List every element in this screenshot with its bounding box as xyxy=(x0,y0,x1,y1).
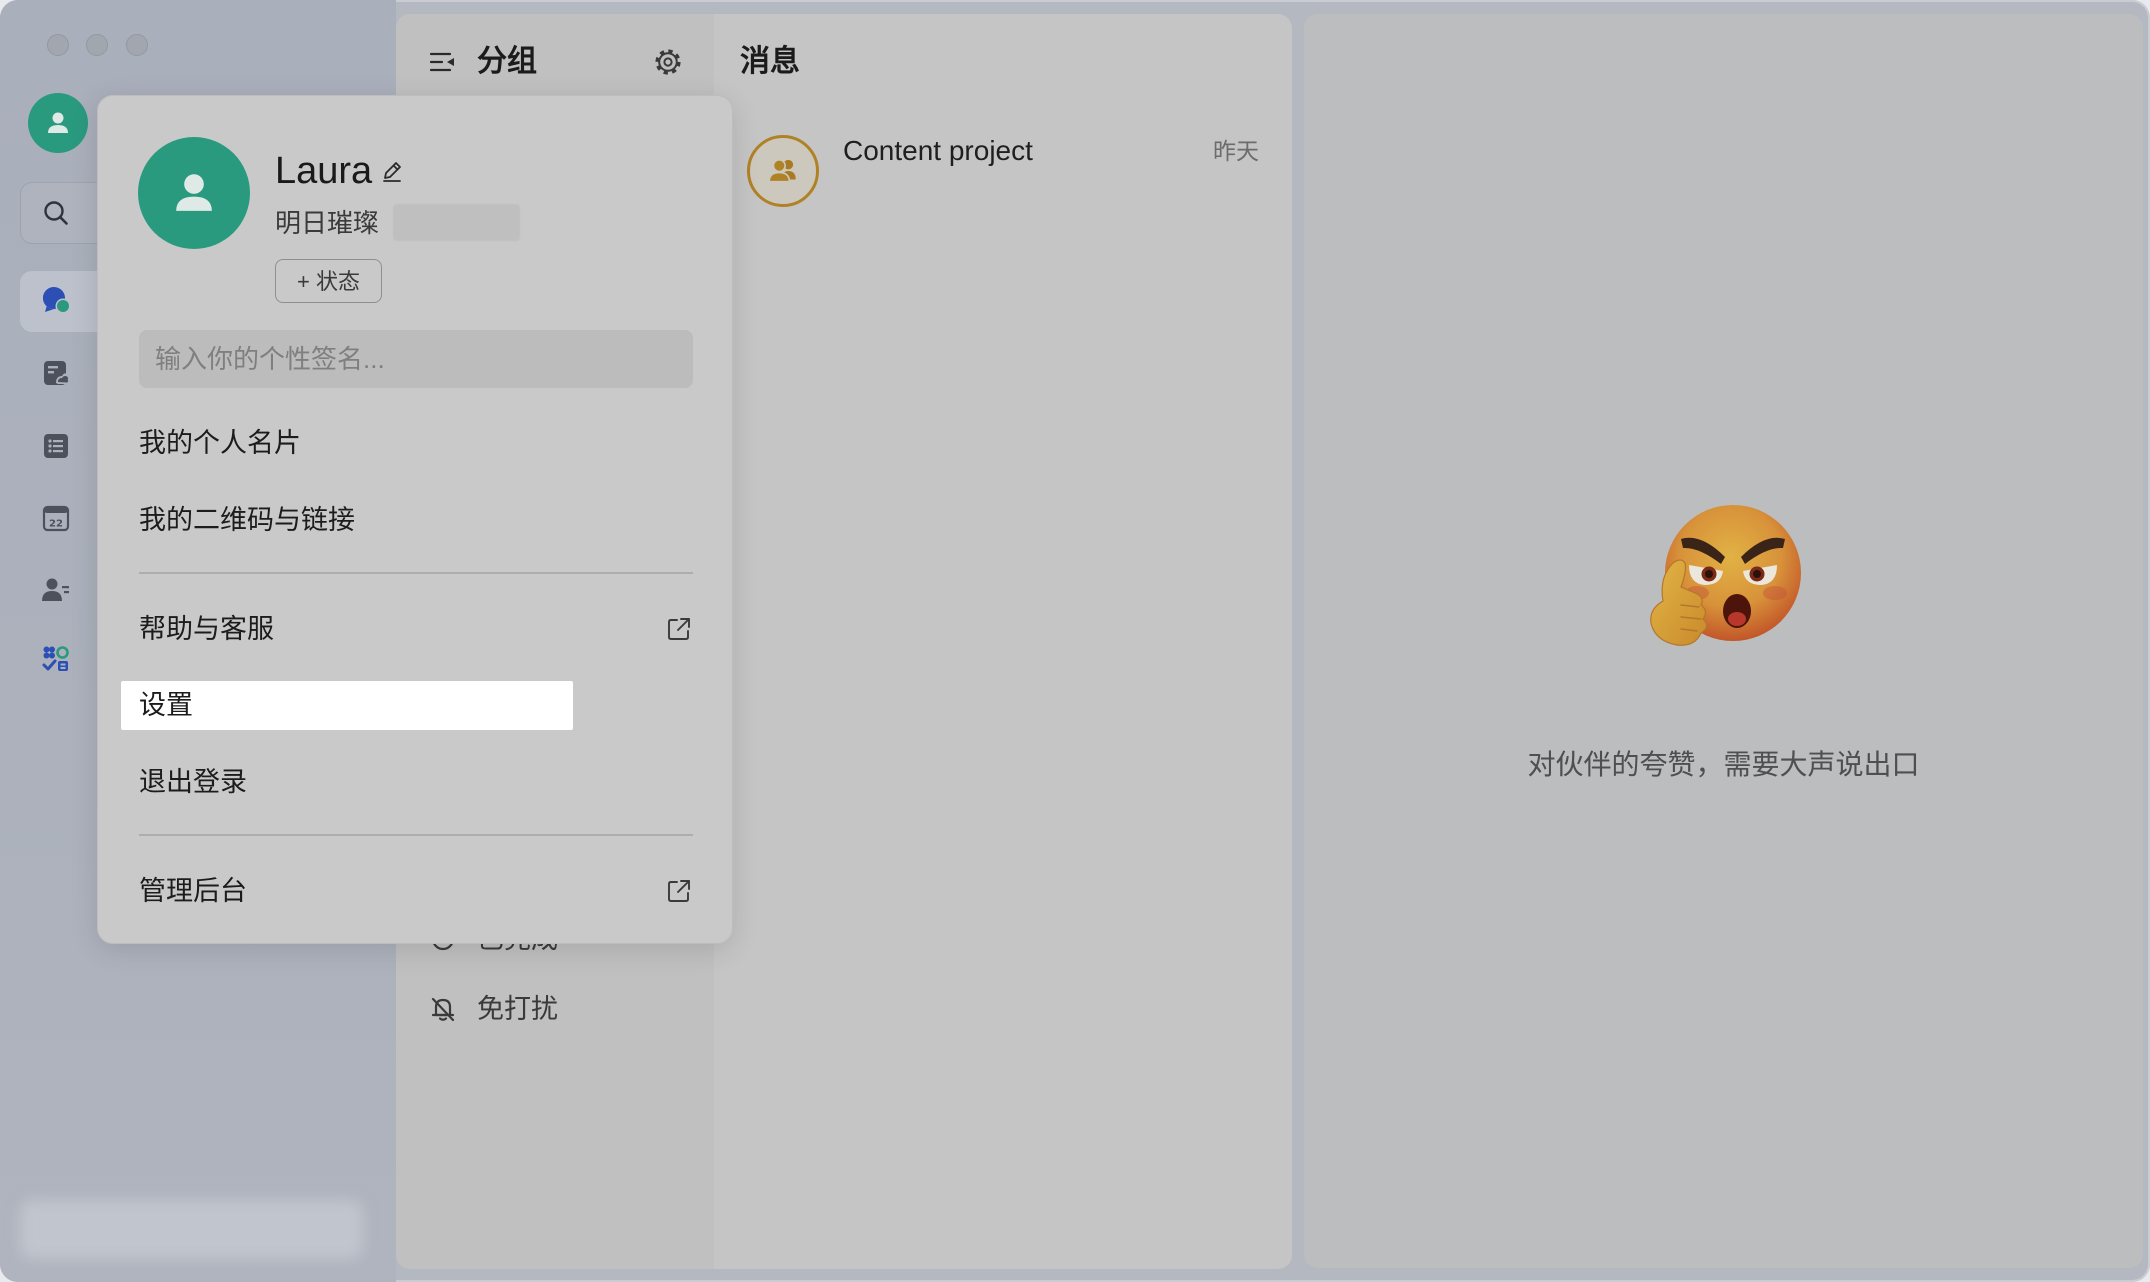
bell-off-icon xyxy=(431,997,455,1022)
external-link-icon xyxy=(668,618,690,640)
docs-icon[interactable] xyxy=(41,358,71,388)
user-icon xyxy=(48,112,68,133)
calendar-day: 22 xyxy=(49,519,63,530)
group-icon xyxy=(768,159,796,183)
minimize-dot[interactable] xyxy=(86,34,108,56)
menu-divider xyxy=(139,572,693,574)
groups-title: 分组 xyxy=(477,45,537,78)
profile-avatar[interactable] xyxy=(138,137,250,249)
group-item-muted[interactable]: 免打扰 xyxy=(396,984,714,1034)
pencil-icon[interactable] xyxy=(380,159,404,183)
menu-item-business-card[interactable]: 我的个人名片 xyxy=(139,418,693,468)
sidebar-footer xyxy=(20,1200,363,1259)
profile-org: 明日璀璨 xyxy=(275,207,380,238)
close-dot[interactable] xyxy=(47,34,69,56)
app-window: 22 分组 免打扰 消息 Content project 昨天 对伙伴的夸赞，需… xyxy=(0,0,2150,1282)
profile-popup: Laura 明日璀璨 + 状态 我的个人名片 我的二维码与链接 帮助与客服 xyxy=(97,95,733,944)
detail-panel: 对伙伴的夸赞，需要大声说出口 xyxy=(1304,14,2143,1268)
calendar-icon[interactable]: 22 xyxy=(41,503,71,533)
menu-item-label: 帮助与客服 xyxy=(139,614,274,644)
menu-item-label: 管理后台 xyxy=(139,876,247,906)
sidebar-avatar[interactable] xyxy=(28,93,88,153)
menu-item-label: 我的个人名片 xyxy=(139,428,301,458)
messages-icon[interactable] xyxy=(41,285,71,315)
profile-org-row: 明日璀璨 xyxy=(275,204,521,241)
list-icon[interactable] xyxy=(41,431,71,461)
chat-time: 昨天 xyxy=(1213,138,1259,164)
signature-input[interactable] xyxy=(139,330,693,388)
menu-item-label: 设置 xyxy=(139,690,193,720)
menu-item-qr-code[interactable]: 我的二维码与链接 xyxy=(139,495,693,545)
empty-state-text: 对伙伴的夸赞，需要大声说出口 xyxy=(1527,749,1920,780)
gear-icon[interactable] xyxy=(653,47,683,77)
group-item-label: 免打扰 xyxy=(477,994,558,1024)
redacted-text xyxy=(393,204,521,241)
user-icon xyxy=(176,174,212,211)
thumb-chin-emoji xyxy=(1650,505,1801,646)
apps-icon[interactable] xyxy=(41,644,71,674)
collapse-panel-icon[interactable] xyxy=(428,47,458,77)
menu-item-label: 我的二维码与链接 xyxy=(139,505,355,535)
zoom-dot[interactable] xyxy=(126,34,148,56)
menu-item-logout[interactable]: 退出登录 xyxy=(139,757,693,807)
messages-panel: 消息 Content project 昨天 xyxy=(714,14,1292,1269)
menu-item-help[interactable]: 帮助与客服 xyxy=(139,604,693,654)
search-icon xyxy=(44,201,68,225)
menu-item-label: 退出登录 xyxy=(139,767,247,797)
chat-title: Content project xyxy=(843,135,1033,166)
menu-item-settings[interactable]: 设置 xyxy=(121,681,573,730)
external-link-icon xyxy=(668,880,690,902)
add-status-button[interactable]: + 状态 xyxy=(275,259,382,303)
profile-name-row: Laura xyxy=(275,149,404,193)
chat-avatar xyxy=(747,135,819,207)
messages-title: 消息 xyxy=(740,45,800,78)
menu-divider xyxy=(139,834,693,836)
chat-item[interactable]: Content project 昨天 xyxy=(714,119,1292,223)
menu-item-admin[interactable]: 管理后台 xyxy=(139,866,693,916)
profile-name: Laura xyxy=(275,150,373,192)
contacts-icon[interactable] xyxy=(41,575,71,605)
